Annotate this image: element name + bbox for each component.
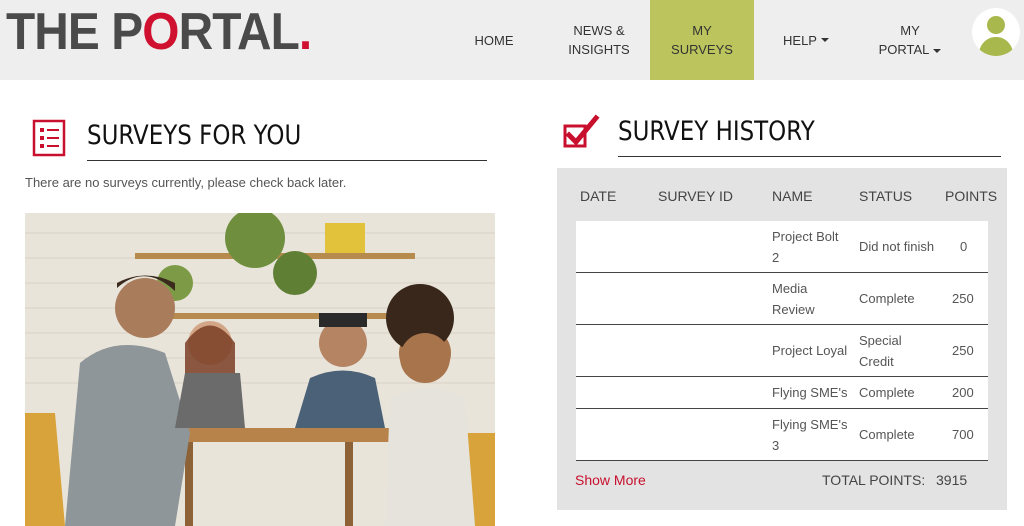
nav-news-insights[interactable]: NEWS & INSIGHTS	[548, 0, 650, 80]
row-points: 200	[952, 385, 974, 400]
table-row: Media Review Complete 250	[576, 273, 988, 325]
row-name-line2: 2	[772, 250, 780, 265]
row-name-line1: Flying SME's	[772, 417, 848, 432]
list-icon	[32, 119, 66, 157]
row-points: 0	[960, 239, 968, 254]
user-avatar[interactable]	[972, 8, 1020, 56]
row-points: 250	[952, 343, 974, 358]
nav-news-line1: NEWS &	[573, 23, 625, 38]
logo-text-start: THE P	[6, 3, 143, 61]
checkbox-check-icon	[563, 114, 600, 148]
no-surveys-message: There are no surveys currently, please c…	[25, 175, 347, 190]
nav-surveys-line2: SURVEYS	[671, 42, 733, 57]
show-more-link[interactable]: Show More	[575, 472, 646, 488]
people-photo	[25, 213, 495, 526]
row-status-line1: Special	[859, 333, 902, 348]
nav-home[interactable]: HOME	[440, 0, 548, 80]
row-points: 700	[952, 427, 974, 442]
table-row: Project Bolt 2 Did not finish 0	[576, 221, 988, 273]
logo[interactable]: THE PORTAL.	[6, 3, 312, 61]
row-name-line1: Project Bolt	[772, 229, 839, 244]
nav-news-line2: INSIGHTS	[568, 42, 630, 57]
row-status: Complete	[859, 385, 915, 400]
nav-my-surveys[interactable]: MY SURVEYS	[650, 0, 754, 80]
logo-text-end: RTAL	[178, 3, 300, 61]
row-name-line1: Media	[772, 281, 808, 296]
row-name-line1: Flying SME's	[772, 385, 848, 400]
row-status: Did not finish	[859, 239, 935, 254]
table-row: Flying SME's Complete 200	[576, 377, 988, 409]
history-title: SURVEY HISTORY	[618, 116, 815, 147]
top-header: THE PORTAL. HOME NEWS & INSIGHTS MY SURV…	[0, 0, 1024, 80]
col-points: POINTS	[945, 188, 998, 204]
row-name-line2: Review	[772, 302, 815, 317]
row-name-line1: Project Loyal	[772, 343, 848, 358]
col-survey-id: SURVEY ID	[658, 188, 733, 204]
table-row: Project Loyal Special Credit 250	[576, 325, 988, 377]
nav-my-portal[interactable]: MY PORTAL	[858, 0, 962, 80]
nav-portal-line1: MY	[900, 23, 920, 38]
surveys-title-rule	[87, 160, 487, 161]
user-icon	[978, 16, 1014, 56]
col-status: STATUS	[859, 188, 913, 204]
chevron-down-icon	[933, 48, 942, 53]
table-row: Flying SME's 3 Complete 700	[576, 409, 988, 461]
total-points-label: TOTAL POINTS:	[822, 472, 926, 488]
total-points-value: 3915	[936, 472, 968, 488]
row-points: 250	[952, 291, 974, 306]
nav-portal-line2: PORTAL	[878, 42, 930, 57]
nav-home-label: HOME	[474, 32, 514, 48]
col-name: NAME	[772, 188, 813, 204]
row-name-line2: 3	[772, 438, 780, 453]
chevron-down-icon	[820, 38, 829, 42]
row-status: Complete	[859, 427, 915, 442]
history-title-rule	[618, 156, 1001, 157]
logo-dot: .	[298, 3, 312, 61]
nav-help-label: HELP	[783, 32, 817, 48]
surveys-title: SURVEYS FOR YOU	[87, 120, 302, 151]
row-status-line2: Credit	[859, 354, 894, 369]
col-date: DATE	[580, 188, 617, 204]
nav-surveys-line1: MY	[692, 23, 712, 38]
logo-text-o: O	[142, 3, 179, 61]
nav-help[interactable]: HELP	[754, 0, 858, 80]
row-status: Complete	[859, 291, 915, 306]
